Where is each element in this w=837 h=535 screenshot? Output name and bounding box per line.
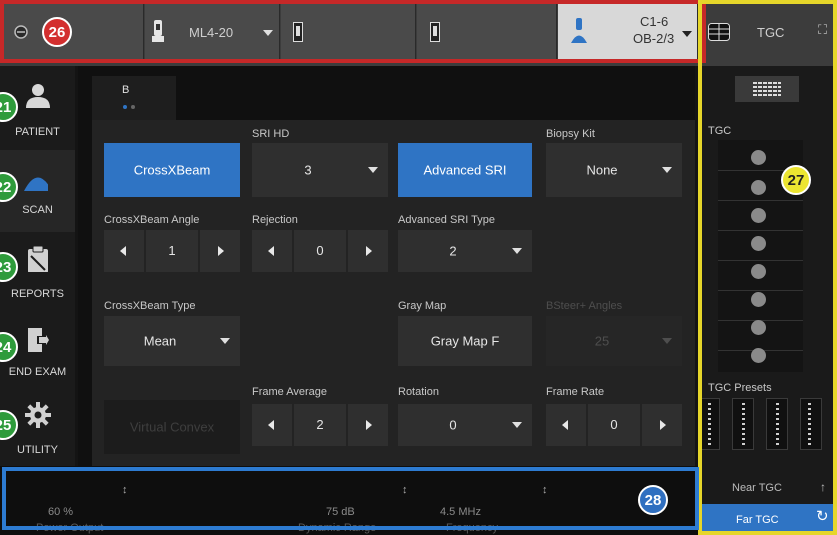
- scan-icon: [24, 177, 48, 191]
- biopsy-kit-label: Biopsy Kit: [546, 128, 595, 140]
- sidebar-item-label: PATIENT: [15, 126, 60, 138]
- chevron-down-icon: [662, 167, 672, 173]
- sidebar-item-label: END EXAM: [8, 366, 67, 378]
- left-arrow-icon: [562, 420, 568, 430]
- sidebar-item-label: REPORTS: [11, 288, 64, 300]
- crossxbeam-type-label: CrossXBeam Type: [104, 300, 196, 312]
- gear-icon: [25, 402, 51, 428]
- highlight-parameter-strip: [2, 467, 699, 530]
- stepper-value: 0: [316, 243, 324, 258]
- increment-button[interactable]: [642, 404, 682, 446]
- frame-average-label: Frame Average: [252, 386, 328, 398]
- sidebar-item-label: UTILITY: [17, 444, 58, 456]
- button-label: CrossXBeam: [133, 162, 211, 178]
- chevron-down-icon: [512, 422, 522, 428]
- decrement-button[interactable]: [546, 404, 586, 446]
- bsteer-angles-dropdown[interactable]: 25: [546, 316, 682, 366]
- left-arrow-icon: [268, 246, 274, 256]
- dropdown-value: Mean: [143, 333, 177, 349]
- dropdown-value: 25: [594, 333, 610, 349]
- sri-hd-dropdown[interactable]: 3: [252, 143, 388, 197]
- advanced-sri-button[interactable]: Advanced SRI: [398, 143, 532, 197]
- frame-rate-stepper: 0: [546, 404, 682, 446]
- tab-b-mode[interactable]: B: [92, 76, 176, 120]
- right-arrow-icon: [660, 420, 666, 430]
- gray-map-button[interactable]: Gray Map F: [398, 316, 532, 366]
- left-arrow-icon: [268, 420, 274, 430]
- callout-badge-27: 27: [781, 165, 811, 195]
- page-dot: [131, 105, 135, 109]
- callout-badge-28: 28: [638, 485, 668, 515]
- crossxbeam-type-dropdown[interactable]: Mean: [104, 316, 240, 366]
- decrement-button[interactable]: [252, 404, 292, 446]
- chevron-down-icon: [368, 167, 378, 173]
- stepper-value: 1: [168, 243, 176, 258]
- stepper-value: 2: [316, 417, 324, 432]
- bsteer-angles-label: BSteer+ Angles: [546, 300, 623, 312]
- right-arrow-icon: [366, 420, 372, 430]
- virtual-convex-button[interactable]: Virtual Convex: [104, 400, 240, 454]
- person-icon: [26, 84, 50, 108]
- stepper-value-cell: 1: [146, 230, 198, 272]
- gray-map-label: Gray Map: [398, 300, 447, 312]
- dropdown-value: 2: [449, 243, 457, 259]
- right-arrow-icon: [218, 246, 224, 256]
- rejection-label: Rejection: [252, 214, 298, 226]
- left-arrow-icon: [120, 246, 126, 256]
- chevron-down-icon: [662, 338, 672, 344]
- crossxbeam-angle-stepper: 1: [104, 230, 240, 272]
- exit-icon: [28, 328, 51, 352]
- advanced-sri-type-label: Advanced SRI Type: [398, 214, 496, 226]
- rotation-label: Rotation: [398, 386, 439, 398]
- stepper-value-cell: 2: [294, 404, 346, 446]
- frame-average-stepper: 2: [252, 404, 388, 446]
- tab-label: B: [122, 84, 130, 96]
- decrement-button[interactable]: [252, 230, 292, 272]
- frame-rate-label: Frame Rate: [546, 386, 605, 398]
- crossxbeam-button[interactable]: CrossXBeam: [104, 143, 240, 197]
- dropdown-value: 0: [449, 417, 457, 433]
- decrement-button[interactable]: [104, 230, 144, 272]
- rejection-stepper: 0: [252, 230, 388, 272]
- sidebar-item-label: SCAN: [22, 204, 53, 216]
- button-label: Advanced SRI: [423, 162, 507, 178]
- stepper-value-cell: 0: [294, 230, 346, 272]
- callout-badge-26: 26: [42, 17, 72, 47]
- advanced-sri-type-dropdown[interactable]: 2: [398, 230, 532, 272]
- right-arrow-icon: [366, 246, 372, 256]
- dropdown-value: None: [586, 162, 618, 178]
- clipboard-icon: [28, 246, 48, 272]
- chevron-down-icon: [220, 338, 230, 344]
- dropdown-value: 3: [304, 162, 312, 178]
- sri-hd-label: SRI HD: [252, 128, 290, 140]
- highlight-tgc-panel: [698, 0, 837, 535]
- highlight-probe-bar: [0, 0, 706, 63]
- stepper-value: 0: [610, 417, 618, 432]
- page-dot-active: [123, 105, 127, 109]
- chevron-down-icon: [512, 248, 522, 254]
- stepper-value-cell: 0: [588, 404, 640, 446]
- rotation-dropdown[interactable]: 0: [398, 404, 532, 446]
- crossxbeam-angle-label: CrossXBeam Angle: [104, 214, 200, 226]
- increment-button[interactable]: [200, 230, 240, 272]
- button-label: Virtual Convex: [129, 419, 215, 435]
- biopsy-kit-dropdown[interactable]: None: [546, 143, 682, 197]
- button-label: Gray Map F: [430, 333, 500, 349]
